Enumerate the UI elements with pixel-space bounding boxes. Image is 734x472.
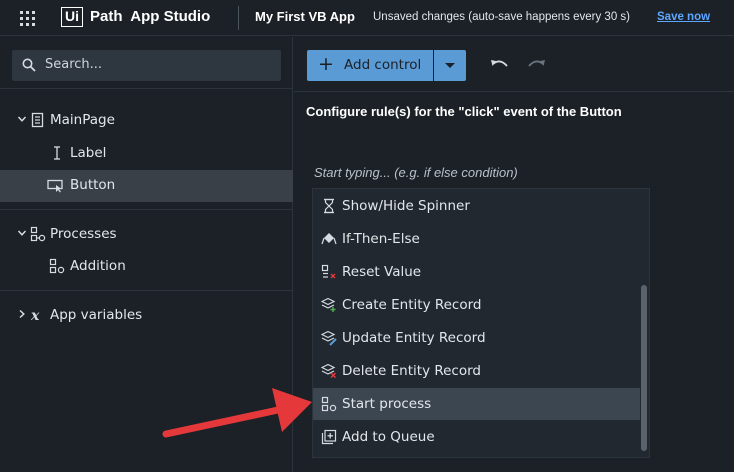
add-control-dropdown-button[interactable] [434, 50, 466, 81]
chevron-right-icon[interactable] [17, 309, 27, 319]
uipath-logo: Ui [61, 7, 83, 27]
dropdown-item-label: Start process [342, 396, 432, 412]
tree-item-button[interactable]: Button [0, 170, 293, 202]
app-launcher-icon[interactable] [20, 11, 35, 26]
dropdown-item-reset-value[interactable]: Reset Value [313, 256, 640, 288]
divider [294, 91, 734, 92]
page-icon [31, 112, 44, 128]
dropdown-item-add-to-queue[interactable]: Add to Queue [313, 421, 640, 453]
hourglass-icon [324, 198, 334, 214]
svg-text:x: x [30, 308, 40, 323]
dropdown-item-show-hide-spinner[interactable]: Show/Hide Spinner [313, 190, 640, 222]
tree-item-app-variables[interactable]: x App variables [0, 300, 293, 332]
process-start-icon [321, 396, 337, 412]
add-control-button[interactable]: + Add control [307, 50, 433, 81]
dropdown-item-label: If-Then-Else [342, 231, 420, 247]
dropdown-item-label: Reset Value [342, 264, 422, 280]
dropdown-item-label: Update Entity Record [342, 330, 486, 346]
tree-item-label: Button [70, 177, 116, 193]
dropdown-item-create-entity-record[interactable]: Create Entity Record [313, 289, 640, 321]
add-control-label: Add control [344, 57, 422, 73]
chevron-down-icon[interactable] [17, 114, 27, 124]
entity-create-icon [321, 297, 336, 312]
process-icon [49, 258, 65, 274]
variable-x-icon: x [30, 308, 40, 323]
tree-item-label: MainPage [50, 112, 115, 128]
dropdown-item-delete-entity-record[interactable]: Delete Entity Record [313, 355, 640, 387]
reset-icon [321, 264, 336, 279]
app-name[interactable]: My First VB App [255, 9, 355, 24]
tree-item-label-control[interactable]: Label [0, 138, 293, 170]
tree-item-addition[interactable]: Addition [0, 251, 293, 283]
dropdown-item-label: Delete Entity Record [342, 363, 481, 379]
tree-item-label: Label [70, 145, 107, 161]
dropdown-item-update-entity-record[interactable]: Update Entity Record [313, 322, 640, 354]
divider [0, 209, 293, 210]
caret-down-icon [445, 63, 455, 68]
entity-delete-icon [321, 363, 337, 379]
tree-item-label: App variables [50, 307, 143, 323]
undo-icon[interactable] [490, 57, 510, 73]
processes-icon [30, 226, 46, 242]
rule-suggestions-dropdown: Show/Hide Spinner If-Then-Else Reset Val… [312, 188, 650, 458]
tree-item-processes[interactable]: Processes [0, 219, 293, 251]
dropdown-item-label: Add to Queue [342, 429, 435, 445]
branch-icon [321, 233, 337, 245]
sidebar: Search... MainPage Label Button Processe… [0, 37, 293, 472]
queue-icon [321, 429, 337, 445]
topbar-divider [238, 6, 239, 30]
chevron-down-icon[interactable] [17, 228, 27, 238]
search-icon [22, 58, 36, 72]
rule-config-title: Configure rule(s) for the "click" event … [306, 104, 622, 119]
entity-update-icon [321, 330, 337, 346]
plus-icon: + [318, 53, 334, 75]
dropdown-item-if-then-else[interactable]: If-Then-Else [313, 223, 640, 255]
product-name: Path App Studio [90, 8, 211, 25]
tree-item-label: Processes [50, 226, 117, 242]
save-now-link[interactable]: Save now [657, 11, 710, 23]
dropdown-item-label: Create Entity Record [342, 297, 482, 313]
search-placeholder: Search... [45, 57, 103, 72]
top-bar: Ui Path App Studio My First VB App Unsav… [0, 0, 734, 36]
divider [0, 88, 293, 89]
dropdown-scrollbar[interactable] [641, 285, 647, 451]
redo-icon[interactable] [526, 57, 546, 73]
tree-item-mainpage[interactable]: MainPage [0, 105, 293, 137]
rule-input[interactable]: Start typing... (e.g. if else condition) [314, 165, 518, 180]
tree-item-label: Addition [70, 258, 126, 274]
dropdown-item-label: Show/Hide Spinner [342, 198, 470, 214]
text-cursor-icon [54, 146, 60, 160]
button-icon [47, 179, 63, 193]
dropdown-item-start-process[interactable]: Start process [313, 388, 640, 420]
divider [0, 290, 293, 291]
search-input[interactable]: Search... [12, 50, 281, 81]
unsaved-status: Unsaved changes (auto-save happens every… [373, 11, 630, 23]
